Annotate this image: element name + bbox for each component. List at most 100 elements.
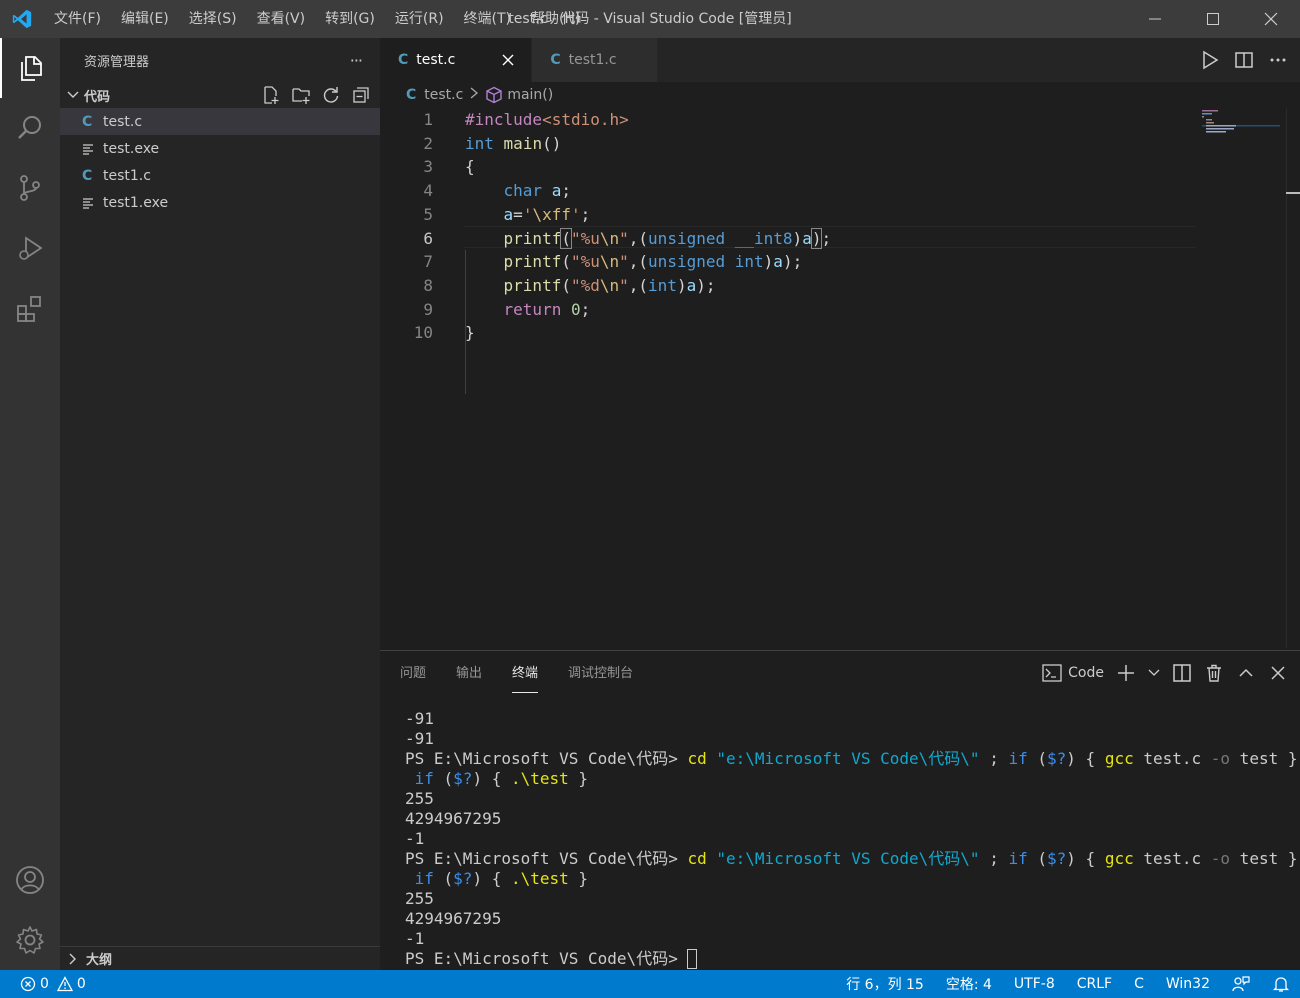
menu-help[interactable]: 帮助(H) <box>521 0 590 38</box>
search-icon <box>18 116 41 139</box>
explorer-activity[interactable] <box>0 38 60 98</box>
menu-selection[interactable]: 选择(S) <box>179 0 247 38</box>
new-folder-button[interactable] <box>290 84 312 106</box>
c-file-icon: C <box>82 167 93 184</box>
window-controls <box>1126 0 1300 38</box>
file-item-test1-exe[interactable]: test1.exe <box>60 189 380 216</box>
more-icon[interactable] <box>1268 50 1288 70</box>
minimize-button[interactable] <box>1126 0 1184 38</box>
code-line-6: 6 printf("%u\n",(unsigned __int8)a); <box>380 227 1280 251</box>
outline-section-header[interactable]: 大纲 <box>60 946 380 970</box>
title-bar: 文件(F) 编辑(E) 选择(S) 查看(V) 转到(G) 运行(R) 终端(T… <box>0 0 1300 38</box>
manage-activity[interactable] <box>0 910 60 970</box>
terminal-selector[interactable]: Code <box>1042 664 1104 682</box>
new-terminal-icon[interactable] <box>1116 663 1136 683</box>
code-line-5: 5 a='\xff'; <box>380 203 1280 227</box>
trash-icon[interactable] <box>1204 663 1224 683</box>
language-mode[interactable]: C <box>1134 976 1144 992</box>
file-item-test-c[interactable]: C test.c <box>60 108 380 135</box>
line-ending[interactable]: CRLF <box>1077 976 1112 992</box>
new-file-button[interactable] <box>260 84 282 106</box>
tab-terminal[interactable]: 终端 <box>512 651 539 695</box>
tab-test1-c[interactable]: C test1.c <box>532 38 658 82</box>
file-name: test1.exe <box>103 194 169 211</box>
run-icon[interactable] <box>1200 50 1220 70</box>
bell-icon[interactable] <box>1272 975 1290 993</box>
search-activity[interactable] <box>0 98 60 158</box>
menu-view[interactable]: 查看(V) <box>247 0 316 38</box>
menu-go[interactable]: 转到(G) <box>315 0 385 38</box>
folder-actions <box>260 84 372 106</box>
extensions-activity[interactable] <box>0 278 60 338</box>
editor-scrollbar[interactable] <box>1286 108 1300 648</box>
chevron-down-icon[interactable] <box>1148 667 1160 679</box>
new-folder-icon <box>292 88 310 104</box>
method-cube-icon <box>486 86 503 104</box>
code-line-2: 2 int main() <box>380 132 1280 156</box>
terminal-name: Code <box>1068 665 1104 681</box>
file-item-test1-c[interactable]: C test1.c <box>60 162 380 189</box>
tab-problems[interactable]: 问题 <box>400 651 426 695</box>
tab-debug-console[interactable]: 调试控制台 <box>568 651 633 695</box>
menu-run[interactable]: 运行(R) <box>385 0 454 38</box>
source-control-icon <box>20 175 40 201</box>
breadcrumb: C test.c main() <box>380 82 1300 108</box>
split-terminal-icon[interactable] <box>1172 663 1192 683</box>
chevron-up-icon[interactable] <box>1236 663 1256 683</box>
line-number: 7 <box>423 252 433 272</box>
split-editor-icon[interactable] <box>1234 50 1254 70</box>
code-editor[interactable]: 1 #include<stdio.h> 2 int main() 3{ 4 char… <box>380 108 1280 648</box>
close-window-button[interactable] <box>1242 0 1300 38</box>
line-number: 9 <box>423 299 433 319</box>
file-item-test-exe[interactable]: test.exe <box>60 135 380 162</box>
terminal-line: 255 <box>405 889 434 908</box>
code-line-9: 9 return 0; <box>380 298 1280 322</box>
platform[interactable]: Win32 <box>1166 976 1210 992</box>
status-right: 行 6，列 15 空格: 4 UTF-8 CRLF C Win32 <box>846 970 1290 998</box>
run-debug-activity[interactable] <box>0 218 60 278</box>
collapse-all-icon <box>353 87 369 103</box>
minimap[interactable] <box>1202 108 1282 138</box>
maximize-icon <box>1207 13 1219 25</box>
terminal-line: -1 <box>405 829 425 848</box>
c-file-icon: C <box>82 113 93 130</box>
terminal-output[interactable]: -91 -91 PS E:\Microsoft VS Code\代码> cd "… <box>405 709 1297 969</box>
file-name: test1.c <box>103 167 151 184</box>
menu-bar: 文件(F) 编辑(E) 选择(S) 查看(V) 转到(G) 运行(R) 终端(T… <box>44 0 590 38</box>
more-actions-button[interactable]: ··· <box>350 51 363 70</box>
tab-test-c[interactable]: C test.c <box>380 38 533 82</box>
file-name: test.exe <box>103 140 160 157</box>
source-control-activity[interactable] <box>0 158 60 218</box>
menu-file[interactable]: 文件(F) <box>44 0 111 38</box>
terminal-prompt: PS E:\Microsoft VS Code\代码> <box>405 949 688 968</box>
maximize-button[interactable] <box>1184 0 1242 38</box>
collapse-all-button[interactable] <box>350 84 372 106</box>
close-icon <box>502 54 514 66</box>
close-tab-button[interactable] <box>499 51 517 69</box>
encoding[interactable]: UTF-8 <box>1014 976 1055 992</box>
folder-header[interactable]: 代码 <box>60 82 380 108</box>
line-number: 5 <box>423 204 433 224</box>
refresh-button[interactable] <box>320 84 342 106</box>
menu-terminal[interactable]: 终端(T) <box>454 0 521 38</box>
scrollbar-cursor-marker <box>1286 192 1300 194</box>
feedback-icon[interactable] <box>1232 975 1250 993</box>
terminal-line: 255 <box>405 789 434 808</box>
breadcrumb-file[interactable]: test.c <box>424 87 463 103</box>
close-icon[interactable] <box>1268 663 1288 683</box>
error-count: 0 <box>40 976 49 992</box>
c-file-icon: C <box>398 52 409 68</box>
warning-count: 0 <box>76 976 86 992</box>
tab-output[interactable]: 输出 <box>456 651 482 695</box>
cursor-position[interactable]: 行 6，列 15 <box>846 974 924 994</box>
problems-status[interactable]: 0 0 <box>20 976 86 992</box>
terminal-line: -91 <box>405 729 434 748</box>
accounts-activity[interactable] <box>0 850 60 910</box>
sidebar-header: 资源管理器 ··· <box>60 38 380 82</box>
menu-edit[interactable]: 编辑(E) <box>111 0 179 38</box>
outline-label: 大纲 <box>86 953 113 968</box>
close-icon <box>1264 12 1278 26</box>
breadcrumb-symbol[interactable]: main() <box>507 87 553 103</box>
indentation[interactable]: 空格: 4 <box>946 974 992 994</box>
terminal-line: 4294967295 <box>405 909 502 928</box>
